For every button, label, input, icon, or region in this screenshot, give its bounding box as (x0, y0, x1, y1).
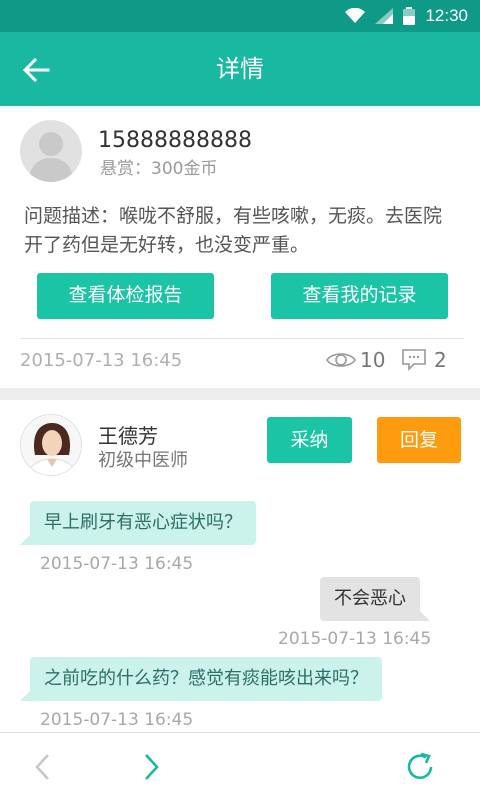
doctor-answer: 王德芳 初级中医师 采纳 回复 早上刷牙有恶心症状吗？ 2015-07-13 1… (0, 400, 480, 730)
message-time: 2015-07-13 16:45 (40, 710, 194, 730)
doctor-avatar (20, 414, 82, 476)
comment-count-value: 2 (434, 348, 447, 372)
message-bubble-user: 不会恶心 (320, 577, 430, 621)
divider (20, 338, 464, 339)
refresh-icon[interactable] (404, 751, 436, 783)
person-icon (28, 132, 74, 182)
adopt-button[interactable]: 采纳 (267, 417, 352, 463)
wifi-icon (345, 8, 366, 23)
view-count-value: 10 (360, 348, 386, 372)
message-bubble-doctor: 之前吃的什么药？感觉有痰能咳出来吗？ (20, 657, 382, 701)
comment-icon (402, 349, 426, 371)
battery-icon (403, 7, 416, 25)
view-count: 10 (326, 348, 385, 372)
status-bar: 12:30 (0, 0, 480, 32)
view-report-button[interactable]: 查看体检报告 (37, 273, 214, 319)
top-bar: 详情 (0, 32, 480, 106)
signal-icon (375, 8, 394, 24)
page-title: 详情 (216, 55, 264, 83)
user-phone: 15888888888 (98, 128, 252, 153)
question-card: 15888888888 悬赏：300金币 问题描述：喉咙不舒服，有些咳嗽，无痰。… (0, 106, 480, 388)
reward-text: 悬赏：300金币 (100, 159, 218, 179)
message-time: 2015-07-13 16:45 (278, 629, 432, 649)
bottom-nav (0, 732, 480, 800)
comment-count: 2 (402, 348, 447, 372)
doctor-title: 初级中医师 (98, 450, 188, 471)
message-bubble-doctor: 早上刷牙有恶心症状吗？ (20, 501, 256, 545)
chevron-left-icon[interactable] (28, 751, 60, 783)
eye-icon (326, 353, 356, 367)
chevron-right-icon[interactable] (134, 751, 166, 783)
reply-button[interactable]: 回复 (377, 417, 461, 463)
user-avatar (20, 120, 82, 182)
question-time: 2015-07-13 16:45 (20, 350, 183, 371)
view-records-button[interactable]: 查看我的记录 (271, 273, 448, 319)
status-time: 12:30 (425, 6, 468, 25)
doctor-photo (21, 415, 81, 475)
message-time: 2015-07-13 16:45 (40, 554, 194, 574)
doctor-name: 王德芳 (98, 424, 158, 448)
question-description: 问题描述：喉咙不舒服，有些咳嗽，无痰。去医院开了药但是无好转，也没变严重。 (24, 205, 443, 256)
section-divider (0, 388, 480, 400)
